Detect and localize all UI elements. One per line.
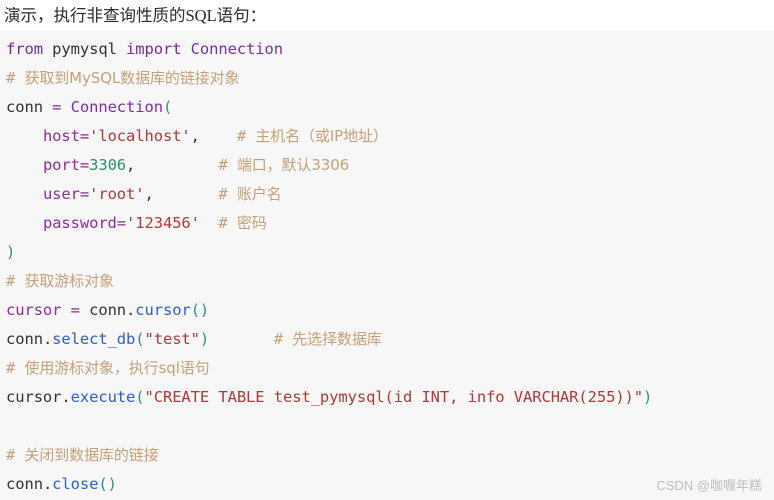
line-execute: cursor.execute("CREATE TABLE test_pymysq…: [6, 383, 774, 412]
code-token: port: [42, 156, 80, 174]
code-token: close: [52, 475, 99, 493]
line-blank-1: [6, 412, 774, 441]
code-token: =: [79, 185, 90, 203]
code-token: ): [643, 388, 653, 406]
code-token: =: [70, 301, 80, 319]
code-token: 账户名: [236, 185, 282, 203]
code-token: conn: [6, 475, 43, 493]
code-token: #: [218, 156, 237, 174]
code-token: import: [126, 40, 182, 58]
code-token: cursor: [6, 301, 62, 319]
line-comment-close-conn: # 关闭到数据库的链接: [6, 441, 774, 470]
code-token: =: [79, 127, 90, 145]
code-token: .: [42, 330, 53, 348]
line-port: port=3306, # 端口，默认3306: [6, 151, 774, 180]
code-token: ,: [144, 185, 154, 203]
code-token: (: [135, 330, 145, 348]
code-lines-container: from pymysql import Connection # 获取到MySQL…: [6, 35, 774, 499]
code-token: 先选择数据库: [292, 330, 382, 348]
code-token: "test": [144, 330, 201, 348]
code-token: .: [61, 388, 71, 406]
line-import: from pymysql import Connection: [6, 35, 774, 64]
code-token: conn: [6, 330, 43, 348]
code-token: #: [273, 330, 293, 348]
line-cursor-assign: cursor = conn.cursor(): [6, 296, 774, 325]
code-token: 密码: [236, 214, 267, 232]
line-comment-execute-sql: # 使用游标对象，执行sql语句: [6, 354, 774, 383]
code-token: 主机名（或IP地址）: [255, 127, 388, 145]
code-token: 'localhost': [89, 127, 191, 145]
code-token: .: [126, 301, 136, 319]
line-close-paren: ): [6, 238, 774, 267]
code-token: 3306: [89, 156, 127, 174]
code-block[interactable]: from pymysql import Connection # 获取到MySQL…: [0, 31, 774, 500]
code-token: #: [6, 359, 25, 377]
code-token: ,: [126, 156, 136, 174]
code-token: user: [42, 185, 80, 203]
line-comment-cursor-object: # 获取游标对象: [6, 267, 774, 296]
line-password: password='123456' # 密码: [6, 209, 774, 238]
line-host: host='localhost', # 主机名（或IP地址）: [6, 122, 774, 151]
line-select-db: conn.select_db("test") # 先选择数据库: [6, 325, 774, 354]
code-token: 使用游标对象，执行sql语句: [24, 359, 210, 377]
code-token: ): [199, 330, 210, 348]
code-token: select_db: [52, 330, 136, 348]
code-token: .: [42, 475, 53, 493]
code-token: "CREATE TABLE test_pymysql(id INT, info …: [144, 388, 644, 406]
code-token: (): [98, 475, 117, 493]
line-comment-conn-object: # 获取到MySQL数据库的链接对象: [6, 64, 774, 93]
code-token: 获取到MySQL数据库的链接对象: [24, 69, 240, 87]
line-conn-assign: conn = Connection(: [6, 93, 774, 122]
code-token: cursor: [135, 301, 191, 319]
code-token: password: [42, 214, 117, 232]
code-token: 'root': [89, 185, 145, 203]
code-token: #: [6, 69, 25, 87]
code-token: 关闭到数据库的链接: [24, 446, 159, 464]
code-token: conn: [89, 301, 127, 319]
code-token: #: [6, 272, 25, 290]
code-token: (: [162, 98, 173, 116]
code-token: from: [6, 40, 43, 58]
code-snippet-page: 演示，执行非查询性质的SQL语句： from pymysql import Co…: [0, 0, 774, 500]
code-token: (: [135, 388, 145, 406]
csdn-watermark: CSDN @咖喱年糕: [656, 478, 762, 493]
code-token: 获取游标对象: [24, 272, 114, 290]
code-token: Connection: [70, 98, 163, 116]
code-token: (): [190, 301, 210, 319]
code-token: #: [6, 446, 25, 464]
code-token: '123456': [126, 214, 200, 232]
code-token: Connection: [190, 40, 283, 58]
code-token: 端口，默认3306: [236, 156, 350, 174]
code-token: conn: [6, 98, 53, 116]
code-token: #: [218, 214, 237, 232]
code-token: cursor: [6, 388, 62, 406]
code-token: execute: [70, 388, 136, 406]
code-token: =: [79, 156, 90, 174]
line-user: user='root', # 账户名: [6, 180, 774, 209]
page-title: 演示，执行非查询性质的SQL语句：: [4, 6, 267, 25]
code-token: pymysql: [52, 40, 117, 58]
code-token: #: [218, 185, 237, 203]
code-token: ): [6, 243, 16, 261]
code-token: #: [236, 127, 256, 145]
code-token: host: [42, 127, 80, 145]
code-token: =: [116, 214, 127, 232]
code-token: ,: [190, 127, 200, 145]
